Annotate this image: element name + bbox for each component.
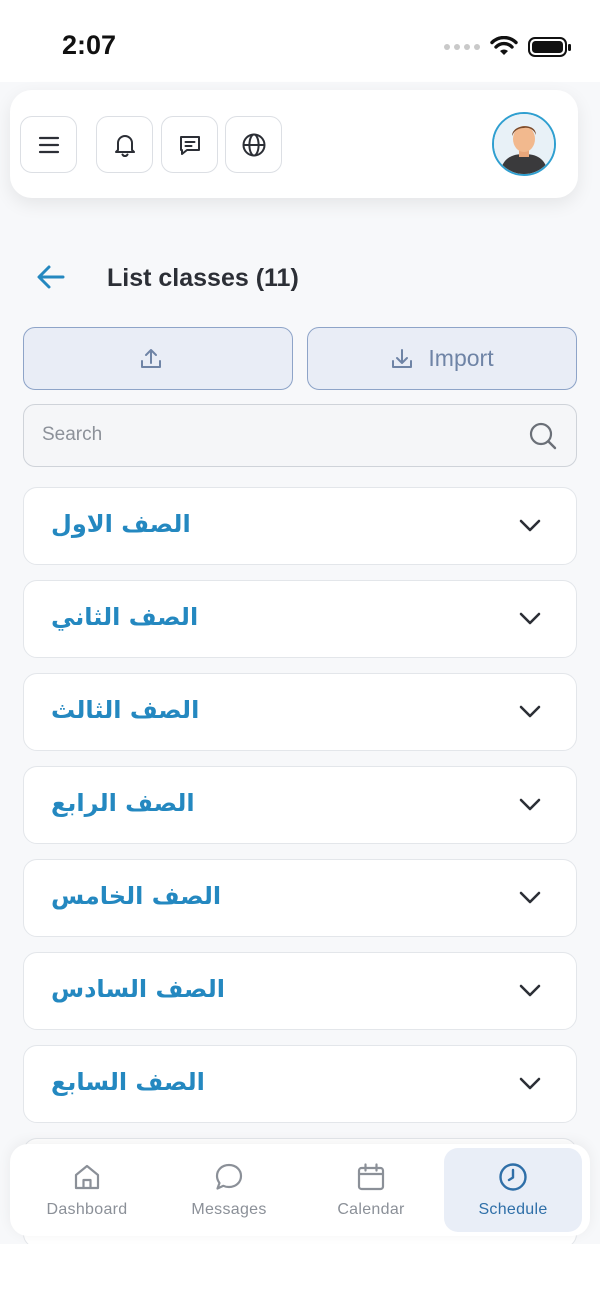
nav-label: Schedule: [478, 1201, 548, 1218]
wifi-icon: [490, 36, 518, 55]
chevron-down-icon[interactable]: [518, 702, 542, 720]
chevron-down-icon[interactable]: [518, 888, 542, 906]
search-icon: [529, 422, 557, 450]
nav-label: Calendar: [337, 1201, 405, 1218]
chevron-down-icon[interactable]: [518, 1074, 542, 1092]
nav-label: Messages: [191, 1201, 267, 1218]
cellular-signal-icon: [444, 44, 480, 50]
class-item[interactable]: الصف السابع: [23, 1045, 577, 1123]
nav-schedule[interactable]: Schedule: [444, 1148, 582, 1232]
class-label: الصف الرابع: [51, 789, 195, 817]
status-icons: [444, 36, 572, 58]
bottom-navigation: Dashboard Messages Calendar Schedule: [10, 1144, 590, 1236]
search-button[interactable]: [528, 421, 558, 456]
class-item[interactable]: الصف الثالث: [23, 673, 577, 751]
class-label: الصف الخامس: [51, 882, 222, 910]
status-bar: 2:07: [0, 0, 600, 82]
nav-label: Dashboard: [46, 1201, 128, 1218]
status-time: 2:07: [62, 30, 117, 60]
class-item[interactable]: الصف السادس: [23, 952, 577, 1030]
export-button[interactable]: [23, 327, 293, 390]
class-item[interactable]: الصف الثاني: [23, 580, 577, 658]
top-app-bar: [10, 90, 578, 198]
chevron-down-icon[interactable]: [518, 516, 542, 534]
clock-icon: [499, 1163, 527, 1191]
chevron-down-icon[interactable]: [518, 795, 542, 813]
import-label: Import: [428, 345, 494, 371]
notifications-button[interactable]: [96, 116, 153, 173]
nav-messages[interactable]: Messages: [160, 1148, 298, 1232]
nav-calendar[interactable]: Calendar: [302, 1148, 440, 1232]
page-header: List classes (11): [0, 250, 600, 310]
avatar-icon: [494, 114, 554, 174]
calendar-icon: [357, 1163, 385, 1191]
class-label: الصف الاول: [51, 510, 191, 538]
messages-button[interactable]: [161, 116, 218, 173]
chevron-down-icon[interactable]: [518, 609, 542, 627]
class-label: الصف السادس: [51, 975, 225, 1003]
language-button[interactable]: [225, 116, 282, 173]
class-item[interactable]: الصف الاول: [23, 487, 577, 565]
class-label: الصف الثالث: [51, 696, 200, 724]
import-button[interactable]: Import: [307, 327, 577, 390]
chevron-down-icon[interactable]: [518, 981, 542, 999]
chat-bubble-icon: [215, 1163, 243, 1190]
home-icon: [74, 1164, 100, 1190]
upload-icon: [141, 348, 161, 368]
battery-icon: [528, 37, 571, 57]
search-input[interactable]: [42, 405, 522, 465]
globe-icon: [242, 133, 265, 156]
class-item[interactable]: الصف الخامس: [23, 859, 577, 937]
chat-icon: [179, 135, 200, 155]
nav-dashboard[interactable]: Dashboard: [18, 1148, 156, 1232]
back-arrow-icon[interactable]: [36, 262, 66, 292]
home-indicator-area: [0, 1244, 600, 1299]
user-avatar[interactable]: [492, 112, 556, 176]
class-item[interactable]: الصف الرابع: [23, 766, 577, 844]
hamburger-icon: [38, 136, 59, 153]
bell-icon: [114, 134, 135, 157]
search-box: [23, 404, 577, 467]
class-label: الصف السابع: [51, 1068, 205, 1096]
download-icon: [392, 348, 413, 368]
class-label: الصف الثاني: [51, 603, 199, 631]
menu-button[interactable]: [20, 116, 77, 173]
page-title: List classes (11): [107, 264, 299, 292]
